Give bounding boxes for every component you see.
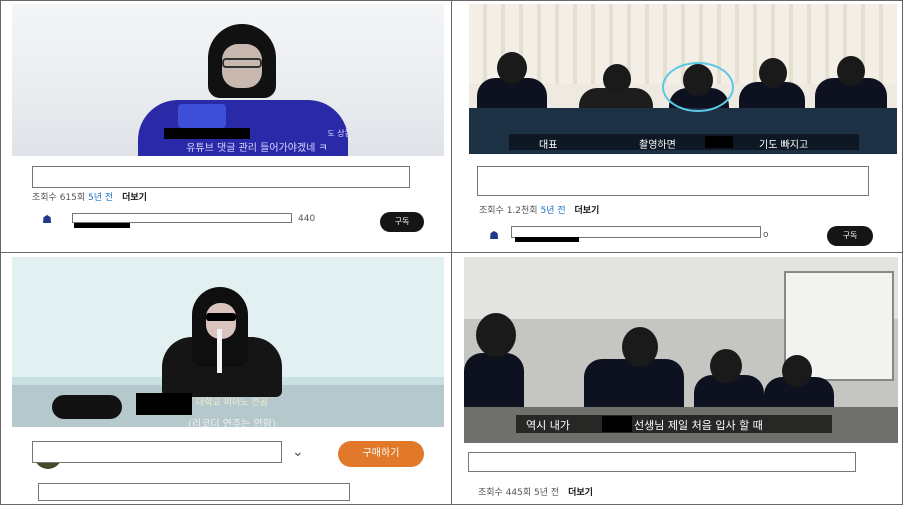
video-meta: 조회수 445회 5년 전 더보기 (478, 488, 593, 498)
more-link[interactable]: 더보기 (122, 193, 147, 203)
buy-button[interactable]: 구매하기 (338, 441, 424, 467)
more-link[interactable]: 더보기 (568, 488, 593, 498)
video-thumbnail[interactable]: 역시 내가 선생님 제일 처음 입사 할 때 (464, 257, 898, 443)
recorder-flute (217, 329, 222, 373)
channel-icon[interactable]: ☗ (40, 214, 54, 226)
video-card-top-right: 대표 촬영하면 기도 빠지고 조회수 1.2천회 5년 전 더보기 ☗ o 구독 (469, 4, 897, 248)
video-thumbnail[interactable]: 대표 촬영하면 기도 빠지고 (469, 4, 897, 154)
channel-redaction-bar (74, 223, 130, 228)
highlight-circle (662, 62, 734, 112)
title-redaction-box (32, 166, 410, 188)
more-link[interactable]: 더보기 (574, 206, 599, 216)
channel-redaction-bar (515, 237, 579, 242)
title-redaction-box (468, 452, 856, 472)
video-card-bottom-right: 역시 내가 선생님 제일 처음 입사 할 때 조회수 445회 5년 전 더보기 (464, 257, 898, 501)
channel-redaction-box (72, 213, 292, 223)
redaction-bar (136, 393, 192, 415)
video-meta: 조회수 1.2천회 5년 전 더보기 (479, 206, 600, 216)
subtitle: 역시 내가 선생님 제일 처음 입사 할 때 (516, 415, 832, 433)
video-thumbnail[interactable]: 대학교 피아노 전공 (리코더 연주는 안함) (12, 257, 444, 427)
channel-icon[interactable]: ☗ (487, 230, 501, 242)
video-thumbnail[interactable]: 도 상동 유튜브 댓글 관리 들어가야겠네 ㅋ (12, 4, 444, 156)
subtitle: 대표 촬영하면 기도 빠지고 (509, 134, 859, 151)
horizontal-divider (0, 252, 903, 253)
subscriber-count: o (763, 230, 769, 240)
subtitle-line2: (리코더 연주는 안함) (188, 419, 276, 427)
video-card-top-left: 도 상동 유튜브 댓글 관리 들어가야겠네 ㅋ 조회수 615회 5년 전 더보… (12, 4, 444, 248)
subscriber-count: 440 (298, 214, 316, 224)
title-redaction-box (477, 166, 869, 196)
chevron-down-icon[interactable]: ⌄ (292, 444, 304, 460)
redaction-bar (602, 416, 632, 432)
redaction-bar (705, 136, 733, 148)
title-redaction-box (32, 441, 282, 463)
redaction-bar (164, 128, 250, 139)
caption-redaction-box (38, 483, 350, 501)
subscribe-button[interactable]: 구독 (380, 212, 424, 232)
product-card-bottom-left: 대학교 피아노 전공 (리코더 연주는 안함) ⌄ 구매하기 (12, 257, 444, 501)
subscribe-button[interactable]: 구독 (827, 226, 873, 246)
video-meta: 조회수 615회 5년 전 더보기 (32, 193, 147, 203)
